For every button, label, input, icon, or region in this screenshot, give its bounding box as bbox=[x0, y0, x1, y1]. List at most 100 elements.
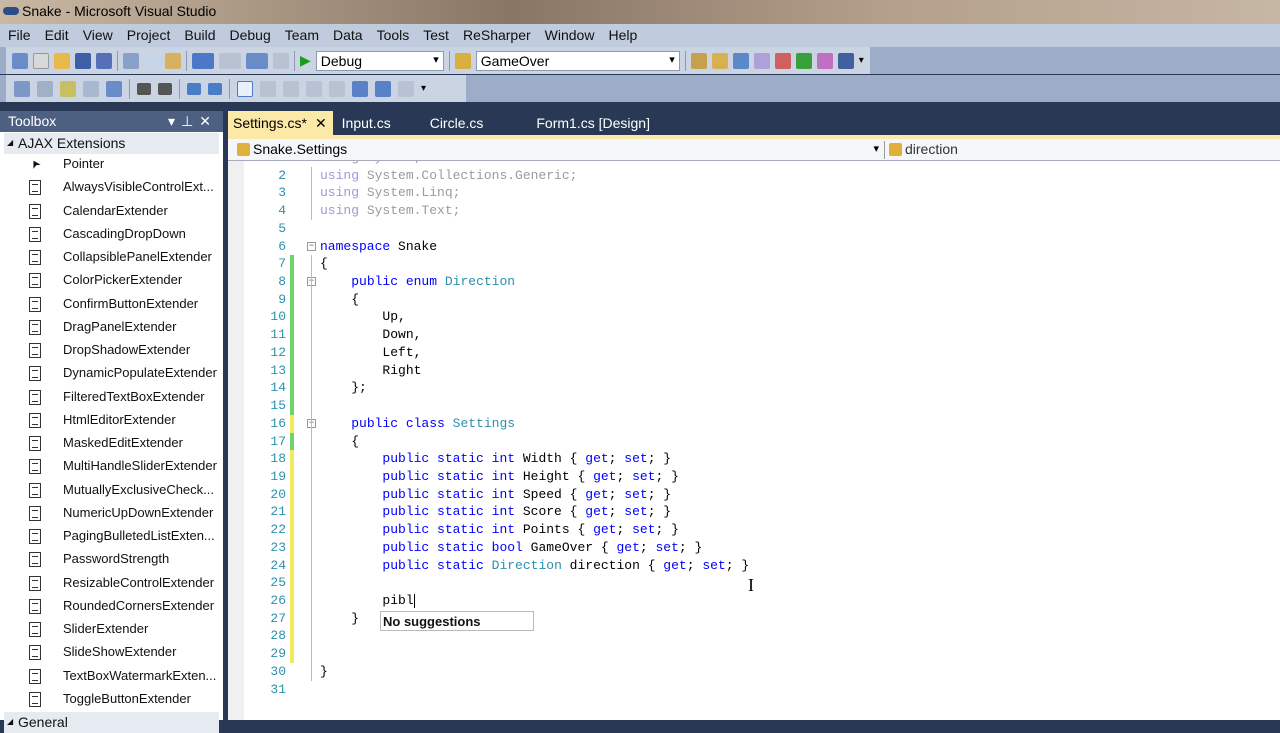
navigate-forward-icon[interactable] bbox=[273, 52, 289, 69]
save-icon[interactable] bbox=[75, 52, 91, 69]
open-folder-icon[interactable] bbox=[54, 52, 70, 69]
next-bookmark-icon[interactable] bbox=[283, 80, 299, 97]
undo-icon[interactable] bbox=[192, 52, 214, 69]
previous-bookmark-folder-icon[interactable] bbox=[306, 80, 322, 97]
toolbox-item[interactable]: ToggleButtonExtender bbox=[0, 688, 223, 711]
toolbox-item[interactable]: TextBoxWatermarkExten... bbox=[0, 665, 223, 688]
uncomment-icon[interactable] bbox=[208, 82, 222, 95]
menu-view[interactable]: View bbox=[83, 24, 118, 47]
member-dropdown[interactable]: direction bbox=[884, 141, 958, 159]
menu-build[interactable]: Build bbox=[184, 24, 220, 47]
find-combo[interactable]: GameOver bbox=[475, 50, 680, 71]
toolbox-item[interactable]: NumericUpDownExtender bbox=[0, 502, 223, 525]
menu-data[interactable]: Data bbox=[333, 24, 368, 47]
code-line: 21 public static int Score { get; set; } bbox=[228, 503, 1280, 522]
start-debugging-icon[interactable]: ▶ bbox=[300, 52, 311, 69]
toolbox-item[interactable]: AlwaysVisibleControlExt... bbox=[0, 176, 223, 199]
collapse-icon[interactable]: − bbox=[307, 241, 316, 251]
toolbox-item[interactable]: MutuallyExclusiveCheck... bbox=[0, 479, 223, 502]
clear-bookmarks-icon[interactable] bbox=[398, 80, 414, 97]
comment-out-icon[interactable] bbox=[187, 82, 201, 95]
toolbox-item[interactable]: DragPanelExtender bbox=[0, 316, 223, 339]
toolbox-item-label: PagingBulletedListExten... bbox=[63, 528, 215, 544]
parameter-info-icon[interactable] bbox=[37, 80, 53, 97]
toolbox-group-ajax-extensions[interactable]: AJAX Extensions bbox=[4, 133, 219, 154]
menu-file[interactable]: File bbox=[8, 24, 36, 47]
type-dropdown[interactable]: Snake.Settings bbox=[233, 141, 879, 159]
menu-tools[interactable]: Tools bbox=[377, 24, 415, 47]
next-bookmark-folder-icon[interactable] bbox=[329, 80, 345, 97]
solution-explorer-icon[interactable] bbox=[690, 52, 707, 69]
previous-bookmark-icon[interactable] bbox=[260, 80, 276, 97]
menu-debug[interactable]: Debug bbox=[230, 24, 276, 47]
toolbox-item[interactable]: FilteredTextBoxExtender bbox=[0, 386, 223, 409]
toolbox-panel: Toolbox ▾⊥✕ AJAX Extensions ➤ Pointer Alway… bbox=[0, 111, 223, 733]
toolbar-overflow-icon[interactable]: ▾ bbox=[859, 55, 864, 66]
member-list-icon[interactable] bbox=[14, 80, 30, 97]
window-position-icon[interactable]: ▾ bbox=[168, 113, 181, 129]
extension-manager-icon[interactable] bbox=[816, 52, 833, 69]
toolbox-item[interactable]: ResizableControlExtender bbox=[0, 572, 223, 595]
toolbox-item[interactable]: CollapsiblePanelExtender bbox=[0, 246, 223, 269]
navigate-icon[interactable] bbox=[246, 52, 268, 69]
menu-project[interactable]: Project bbox=[127, 24, 176, 47]
properties-icon[interactable] bbox=[711, 52, 728, 69]
menu-window[interactable]: Window bbox=[545, 24, 600, 47]
menu-team[interactable]: Team bbox=[285, 24, 324, 47]
quick-info-icon[interactable] bbox=[60, 80, 76, 97]
toolbar-overflow-icon[interactable]: ▾ bbox=[421, 83, 426, 94]
tools-icon[interactable] bbox=[774, 52, 791, 69]
menu-resharper[interactable]: ReSharper bbox=[463, 24, 536, 47]
menu-test[interactable]: Test bbox=[423, 24, 454, 47]
unsaved-change-marker bbox=[290, 414, 294, 433]
toggle-bookmark-icon[interactable] bbox=[237, 80, 253, 97]
command-window-icon[interactable] bbox=[837, 52, 854, 69]
tab-settings-cs[interactable]: Settings.cs* ✕ bbox=[228, 111, 333, 135]
configuration-select[interactable]: Debug bbox=[315, 50, 444, 71]
toolbox-item[interactable]: SliderExtender bbox=[0, 618, 223, 641]
add-item-icon[interactable] bbox=[33, 52, 49, 69]
next-bookmark-doc-icon[interactable] bbox=[375, 80, 391, 97]
complete-word-icon[interactable] bbox=[83, 80, 99, 97]
redo-icon[interactable] bbox=[219, 52, 241, 69]
find-in-files-icon[interactable] bbox=[454, 52, 471, 69]
decrease-indent-icon[interactable] bbox=[137, 82, 151, 95]
toolbox-item[interactable]: CalendarExtender bbox=[0, 200, 223, 223]
new-project-icon[interactable] bbox=[12, 52, 28, 69]
copy-icon[interactable] bbox=[144, 52, 160, 69]
tab-input-cs[interactable]: Input.cs bbox=[337, 111, 403, 135]
outline-icon[interactable] bbox=[106, 80, 122, 97]
tab-circle-cs[interactable]: Circle.cs bbox=[425, 111, 496, 135]
previous-bookmark-doc-icon[interactable] bbox=[352, 80, 368, 97]
save-all-icon[interactable] bbox=[96, 52, 112, 69]
toolbox-item[interactable]: PagingBulletedListExten... bbox=[0, 525, 223, 548]
increase-indent-icon[interactable] bbox=[158, 82, 172, 95]
menu-edit[interactable]: Edit bbox=[45, 24, 74, 47]
toolbox-item[interactable]: DynamicPopulateExtender bbox=[0, 362, 223, 385]
tab-form1-cs-design[interactable]: Form1.cs [Design] bbox=[531, 111, 662, 135]
toolbox-item[interactable]: ColorPickerExtender bbox=[0, 269, 223, 292]
menu-help[interactable]: Help bbox=[608, 24, 642, 47]
line-number: 4 bbox=[278, 203, 286, 219]
toolbox-item[interactable]: CascadingDropDown bbox=[0, 223, 223, 246]
close-icon[interactable]: ✕ bbox=[199, 113, 217, 129]
cut-icon[interactable] bbox=[123, 52, 139, 69]
toolbox-group-general[interactable]: General bbox=[4, 712, 219, 733]
paste-icon[interactable] bbox=[165, 52, 181, 69]
toolbox-item[interactable]: MultiHandleSliderExtender bbox=[0, 455, 223, 478]
toolbox-item[interactable]: ConfirmButtonExtender bbox=[0, 293, 223, 316]
toolbox-item[interactable]: PasswordStrength bbox=[0, 548, 223, 571]
toolbox-icon[interactable] bbox=[753, 52, 770, 69]
toolbox-item[interactable]: SlideShowExtender bbox=[0, 641, 223, 664]
toolbox-item[interactable]: HtmlEditorExtender bbox=[0, 409, 223, 432]
start-page-icon[interactable] bbox=[795, 52, 812, 69]
object-browser-icon[interactable] bbox=[732, 52, 749, 69]
toolbox-item[interactable]: RoundedCornersExtender bbox=[0, 595, 223, 618]
code-editor[interactable]: 1using System;2using System.Collections.… bbox=[228, 161, 1280, 720]
pin-icon[interactable]: ⊥ bbox=[181, 113, 199, 129]
toolbox-item[interactable]: MaskedEditExtender bbox=[0, 432, 223, 455]
toolbox-item[interactable]: DropShadowExtender bbox=[0, 339, 223, 362]
close-tab-icon[interactable]: ✕ bbox=[315, 115, 327, 131]
toolbox-item[interactable]: ➤ Pointer bbox=[0, 153, 223, 176]
